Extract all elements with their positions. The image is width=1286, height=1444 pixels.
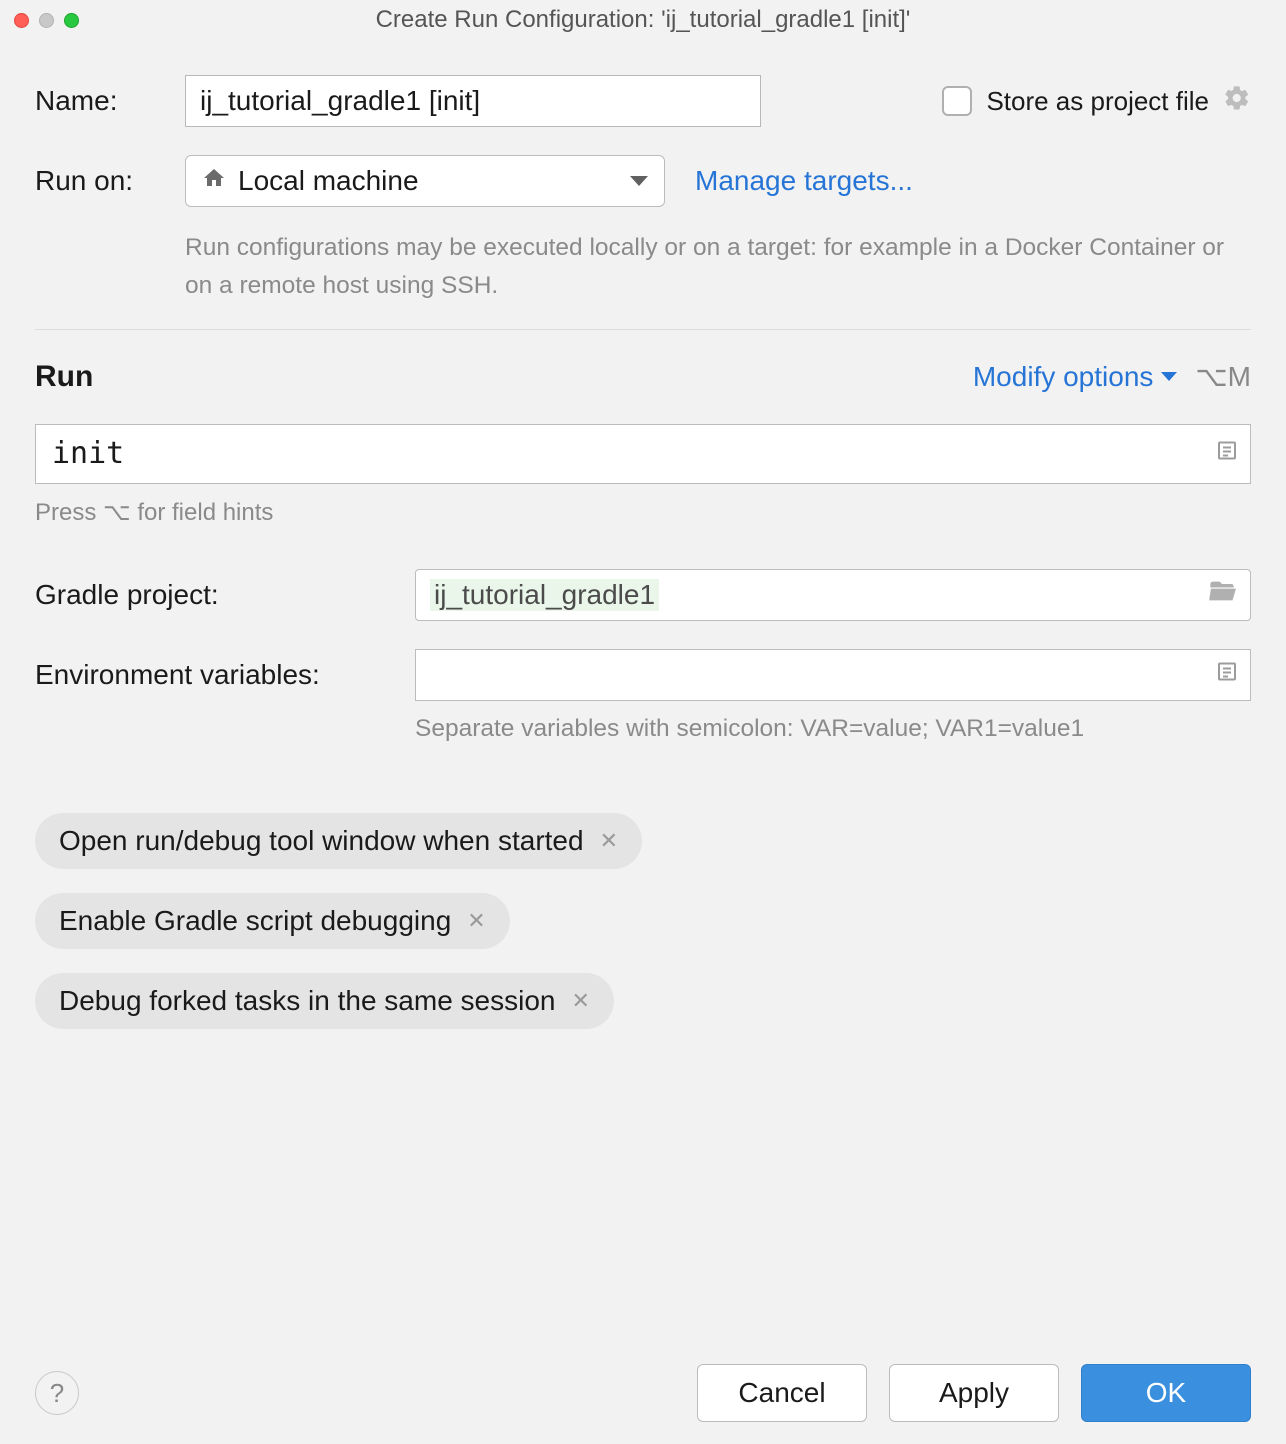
apply-button[interactable]: Apply xyxy=(889,1364,1059,1422)
chip-remove-icon[interactable]: ✕ xyxy=(467,908,485,934)
run-on-hint: Run configurations may be executed local… xyxy=(185,229,1251,305)
store-as-file-checkbox[interactable] xyxy=(942,86,972,116)
env-vars-hint: Separate variables with semicolon: VAR=v… xyxy=(415,715,1251,743)
tasks-input[interactable] xyxy=(35,424,1251,484)
manage-targets-link[interactable]: Manage targets... xyxy=(695,165,913,197)
chip-remove-icon[interactable]: ✕ xyxy=(571,988,589,1014)
window-title: Create Run Configuration: 'ij_tutorial_g… xyxy=(0,6,1286,34)
gradle-project-value: ij_tutorial_gradle1 xyxy=(430,579,659,611)
name-input[interactable] xyxy=(185,75,761,127)
env-vars-label: Environment variables: xyxy=(35,659,415,691)
ok-button[interactable]: OK xyxy=(1081,1364,1251,1422)
run-on-select[interactable]: Local machine xyxy=(185,155,665,207)
gear-icon[interactable] xyxy=(1223,84,1251,119)
traffic-lights xyxy=(14,13,79,28)
folder-open-icon[interactable] xyxy=(1208,577,1236,612)
home-icon xyxy=(202,165,226,197)
expand-field-icon[interactable] xyxy=(1215,438,1239,469)
modify-options-link[interactable]: Modify options xyxy=(973,361,1178,393)
option-chip-gradle-debugging[interactable]: Enable Gradle script debugging ✕ xyxy=(35,893,510,949)
name-label: Name: xyxy=(35,85,185,117)
env-vars-input[interactable] xyxy=(415,649,1251,701)
chip-remove-icon[interactable]: ✕ xyxy=(600,828,618,854)
modify-options-shortcut: ⌥M xyxy=(1195,360,1251,393)
option-chip-open-tool-window[interactable]: Open run/debug tool window when started … xyxy=(35,813,642,869)
maximize-window-button[interactable] xyxy=(64,13,79,28)
gradle-project-label: Gradle project: xyxy=(35,579,415,611)
titlebar: Create Run Configuration: 'ij_tutorial_g… xyxy=(0,0,1286,40)
help-button[interactable]: ? xyxy=(35,1371,79,1415)
minimize-window-button[interactable] xyxy=(39,13,54,28)
run-section-title: Run xyxy=(35,360,93,394)
gradle-project-field[interactable]: ij_tutorial_gradle1 xyxy=(415,569,1251,621)
chip-label: Enable Gradle script debugging xyxy=(59,905,451,937)
option-chip-debug-forked[interactable]: Debug forked tasks in the same session ✕ xyxy=(35,973,614,1029)
help-icon: ? xyxy=(50,1378,64,1409)
expand-field-icon[interactable] xyxy=(1215,659,1239,690)
chip-label: Debug forked tasks in the same session xyxy=(59,985,555,1017)
tasks-hint: Press ⌥ for field hints xyxy=(35,498,1251,527)
chevron-down-icon xyxy=(630,176,648,186)
cancel-button[interactable]: Cancel xyxy=(697,1364,867,1422)
divider xyxy=(35,329,1251,330)
run-on-value: Local machine xyxy=(238,165,419,197)
chevron-down-icon xyxy=(1161,372,1177,381)
chip-label: Open run/debug tool window when started xyxy=(59,825,584,857)
store-as-file-label: Store as project file xyxy=(986,86,1209,117)
close-window-button[interactable] xyxy=(14,13,29,28)
run-on-label: Run on: xyxy=(35,165,185,197)
